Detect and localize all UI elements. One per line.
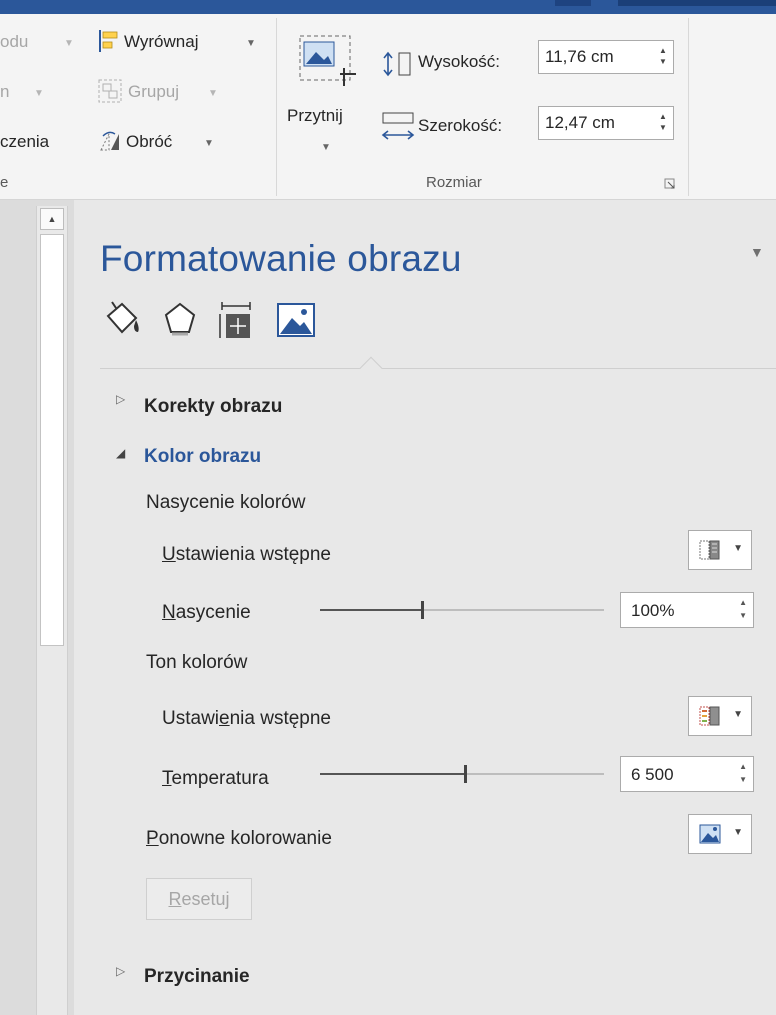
temperature-slider[interactable]	[320, 762, 604, 786]
chevron-down-icon: ▼	[733, 543, 743, 554]
group-icon	[98, 79, 122, 103]
spin-up-icon[interactable]: ▲	[739, 598, 747, 607]
size-group-label: Rozmiar	[426, 174, 482, 191]
ribbon: odu ▼ n ▼ czenia Wyrównaj ▼ Grupuj ▼ Obr…	[0, 14, 776, 200]
chevron-down-icon: ▼	[34, 88, 44, 99]
title-bar	[0, 0, 776, 14]
dialog-launcher-icon[interactable]	[664, 178, 676, 190]
active-tab-indicator	[359, 356, 383, 380]
chevron-down-icon: ▼	[733, 827, 743, 838]
reset-button[interactable]: Resetuj	[146, 878, 252, 920]
height-value: 11,76 cm	[545, 47, 614, 66]
chevron-down-icon: ▼	[64, 38, 74, 49]
spin-down-icon[interactable]: ▼	[739, 775, 747, 784]
saturation-heading: Nasycenie kolorów	[146, 492, 306, 513]
group-separator	[688, 18, 689, 196]
pane-options-icon[interactable]: ▼	[750, 244, 764, 260]
pane-title: Formatowanie obrazu	[100, 238, 462, 279]
saturation-input[interactable]: 100% ▲ ▼	[620, 592, 754, 628]
chevron-down-icon: ▼	[204, 138, 214, 149]
recolor-dropdown[interactable]: ▼	[688, 814, 752, 854]
rotate-icon	[100, 131, 119, 151]
height-input[interactable]: 11,76 cm ▲ ▼	[538, 40, 674, 74]
spin-down-icon[interactable]: ▼	[657, 123, 669, 133]
tone-presets-label: Ustawienia wstępne	[162, 708, 331, 729]
spin-up-icon[interactable]: ▲	[657, 112, 669, 122]
tab-divider	[100, 368, 776, 369]
tone-presets-dropdown[interactable]: ▼	[688, 696, 752, 736]
expand-caret-icon[interactable]: ▷	[116, 964, 125, 978]
saturation-value: 100%	[631, 601, 675, 620]
spin-down-icon[interactable]: ▼	[739, 611, 747, 620]
chevron-down-icon: ▼	[321, 142, 331, 153]
section-picture-color[interactable]: Kolor obrazu	[144, 446, 261, 468]
width-icon	[381, 112, 415, 140]
collapse-caret-icon[interactable]: ◢	[116, 446, 125, 460]
recolor-picture-icon	[699, 824, 721, 844]
group-button[interactable]: Grupuj	[128, 82, 179, 102]
title-bar-mark	[555, 0, 591, 6]
temperature-slider-fill	[320, 773, 465, 775]
tone-heading: Ton kolorów	[146, 652, 248, 673]
temperature-slider-thumb[interactable]	[464, 765, 467, 783]
crop-icon[interactable]	[298, 34, 360, 90]
saturation-slider-track	[422, 609, 604, 611]
align-icon	[99, 30, 118, 52]
height-icon	[383, 51, 411, 77]
saturation-presets-dropdown[interactable]: ▼	[688, 530, 752, 570]
recolor-label: Ponowne kolorowanie	[146, 828, 332, 849]
expand-caret-icon[interactable]: ▷	[116, 392, 125, 406]
saturation-label: Nasycenie	[162, 602, 251, 623]
fill-line-tab-icon[interactable]	[102, 298, 146, 342]
ribbon-cut-item[interactable]: czenia	[0, 132, 49, 152]
spin-up-icon[interactable]: ▲	[657, 46, 669, 56]
temperature-slider-track	[465, 773, 604, 775]
chevron-down-icon: ▼	[246, 38, 256, 49]
saturation-preset-icon	[699, 540, 720, 560]
temperature-input[interactable]: 6 500 ▲ ▼	[620, 756, 754, 792]
group-footer-label: e	[0, 174, 9, 191]
layout-properties-tab-icon[interactable]	[214, 298, 258, 342]
section-crop[interactable]: Przycinanie	[144, 966, 250, 988]
scroll-thumb[interactable]	[40, 234, 64, 646]
saturation-slider[interactable]	[320, 598, 604, 622]
picture-tab-icon[interactable]	[274, 298, 318, 342]
saturation-presets-label: Ustawienia wstępne	[162, 544, 331, 565]
tone-preset-icon	[699, 706, 720, 726]
temperature-label: Temperatura	[162, 768, 269, 789]
vertical-scrollbar[interactable]: ▲	[36, 206, 68, 1015]
rotate-button[interactable]: Obróć	[126, 132, 172, 152]
effects-tab-icon[interactable]	[158, 298, 202, 342]
saturation-slider-fill	[320, 609, 422, 611]
group-separator	[276, 18, 277, 196]
width-value: 12,47 cm	[545, 113, 615, 132]
width-input[interactable]: 12,47 cm ▲ ▼	[538, 106, 674, 140]
title-bar-mark	[618, 0, 776, 6]
format-picture-pane: Formatowanie obrazu ▼ ▷ Korekty obrazu ◢…	[74, 200, 776, 1015]
scroll-up-icon[interactable]: ▲	[40, 208, 64, 230]
chevron-down-icon: ▼	[208, 88, 218, 99]
ribbon-cut-item: n	[0, 82, 10, 101]
ribbon-cut-item: odu	[0, 32, 29, 51]
saturation-slider-thumb[interactable]	[421, 601, 424, 619]
spin-up-icon[interactable]: ▲	[739, 762, 747, 771]
temperature-value: 6 500	[631, 765, 674, 784]
width-label: Szerokość:	[418, 116, 503, 135]
crop-button[interactable]: Przytnij	[287, 106, 343, 126]
chevron-down-icon: ▼	[733, 709, 743, 720]
align-button[interactable]: Wyrównaj	[124, 32, 198, 52]
spin-down-icon[interactable]: ▼	[657, 57, 669, 67]
height-label: Wysokość:	[418, 52, 501, 71]
section-picture-corrections[interactable]: Korekty obrazu	[144, 396, 282, 418]
